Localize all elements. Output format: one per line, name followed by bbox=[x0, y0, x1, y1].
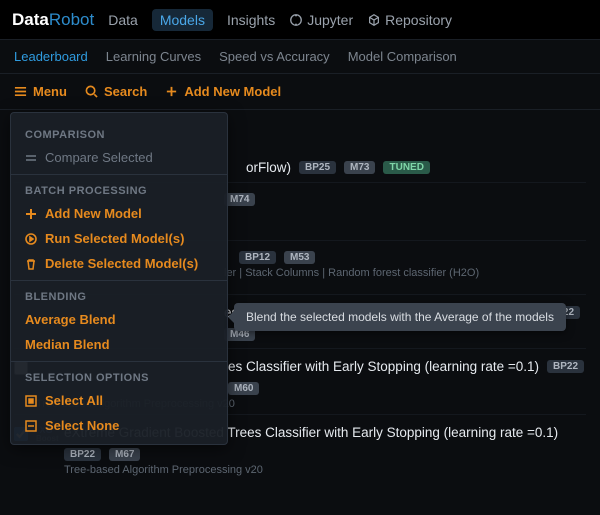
nav-insights[interactable]: Insights bbox=[227, 12, 275, 28]
nav-jupyter[interactable]: Jupyter bbox=[289, 12, 353, 28]
menu-median-blend[interactable]: Median Blend bbox=[11, 332, 227, 357]
bp-badge: BP22 bbox=[64, 448, 101, 461]
menu-item-label: Average Blend bbox=[25, 312, 116, 327]
top-nav: DataRobot Data Models Insights Jupyter R… bbox=[0, 0, 600, 40]
logo-part1: Data bbox=[12, 10, 49, 30]
menu-section-selection: SELECTION OPTIONS bbox=[11, 366, 227, 388]
add-new-model-label: Add New Model bbox=[184, 84, 281, 99]
plus-icon bbox=[25, 208, 37, 220]
logo-part2: Robot bbox=[49, 10, 94, 30]
m-badge: M67 bbox=[109, 448, 140, 461]
menu-item-label: Compare Selected bbox=[45, 150, 153, 165]
select-none-icon bbox=[25, 420, 37, 432]
model-subtitle: ler | Stack Columns | Random forest clas… bbox=[224, 267, 586, 279]
plus-icon bbox=[165, 85, 178, 98]
logo: DataRobot bbox=[12, 10, 94, 30]
model-subtitle: Tree-based Algorithm Preprocessing v20 bbox=[64, 464, 586, 476]
menu-label: Menu bbox=[33, 84, 67, 99]
menu-select-none[interactable]: Select None bbox=[11, 413, 227, 438]
bp-badge: BP12 bbox=[239, 251, 276, 264]
menu-compare-selected[interactable]: Compare Selected bbox=[11, 145, 227, 170]
select-all-icon bbox=[25, 395, 37, 407]
model-title-fragment: orFlow) bbox=[246, 160, 291, 175]
toolbar: Menu Search Add New Model bbox=[0, 74, 600, 110]
menu-section-blending: BLENDING bbox=[11, 285, 227, 307]
menu-item-label: Delete Selected Model(s) bbox=[45, 256, 198, 271]
bp-badge: BP25 bbox=[299, 161, 336, 174]
menu-average-blend[interactable]: Average Blend bbox=[11, 307, 227, 332]
nav-repository-label: Repository bbox=[385, 12, 452, 28]
search-button[interactable]: Search bbox=[85, 84, 147, 99]
cube-icon bbox=[367, 13, 381, 27]
tuned-badge: TUNED bbox=[383, 161, 429, 174]
nav-jupyter-label: Jupyter bbox=[307, 12, 353, 28]
tab-speed-vs-accuracy[interactable]: Speed vs Accuracy bbox=[219, 49, 330, 64]
menu-button[interactable]: Menu bbox=[14, 84, 67, 99]
tab-learning-curves[interactable]: Learning Curves bbox=[106, 49, 201, 64]
hamburger-icon bbox=[14, 85, 27, 98]
menu-section-comparison: COMPARISON bbox=[11, 123, 227, 145]
m-badge: M74 bbox=[224, 193, 255, 206]
jupyter-icon bbox=[289, 13, 303, 27]
tooltip-average-blend: Blend the selected models with the Avera… bbox=[234, 303, 566, 331]
bp-badge: BP22 bbox=[547, 360, 584, 373]
m-badge: M73 bbox=[344, 161, 375, 174]
menu-divider bbox=[11, 174, 227, 175]
menu-divider bbox=[11, 361, 227, 362]
menu-section-batch: BATCH PROCESSING bbox=[11, 179, 227, 201]
menu-panel: COMPARISON Compare Selected BATCH PROCES… bbox=[10, 112, 228, 445]
trash-icon bbox=[25, 258, 37, 270]
tab-leaderboard[interactable]: Leaderboard bbox=[14, 49, 88, 64]
menu-item-label: Select None bbox=[45, 418, 119, 433]
model-title-fragment: es Classifier with Early Stopping (learn… bbox=[228, 359, 539, 374]
search-icon bbox=[85, 85, 98, 98]
menu-run-selected[interactable]: Run Selected Model(s) bbox=[11, 226, 227, 251]
search-label: Search bbox=[104, 84, 147, 99]
m-badge: M53 bbox=[284, 251, 315, 264]
nav-repository[interactable]: Repository bbox=[367, 12, 452, 28]
compare-icon bbox=[25, 152, 37, 164]
menu-delete-selected[interactable]: Delete Selected Model(s) bbox=[11, 251, 227, 276]
menu-divider bbox=[11, 280, 227, 281]
menu-item-label: Run Selected Model(s) bbox=[45, 231, 184, 246]
add-new-model-button[interactable]: Add New Model bbox=[165, 84, 281, 99]
menu-add-new-model[interactable]: Add New Model bbox=[11, 201, 227, 226]
m-badge: M60 bbox=[228, 382, 259, 395]
menu-item-label: Median Blend bbox=[25, 337, 110, 352]
menu-item-label: Select All bbox=[45, 393, 103, 408]
play-icon bbox=[25, 233, 37, 245]
tab-model-comparison[interactable]: Model Comparison bbox=[348, 49, 457, 64]
nav-models[interactable]: Models bbox=[152, 9, 213, 31]
subtabs: Leaderboard Learning Curves Speed vs Acc… bbox=[0, 40, 600, 74]
nav-data[interactable]: Data bbox=[108, 12, 138, 28]
menu-item-label: Add New Model bbox=[45, 206, 142, 221]
menu-select-all[interactable]: Select All bbox=[11, 388, 227, 413]
